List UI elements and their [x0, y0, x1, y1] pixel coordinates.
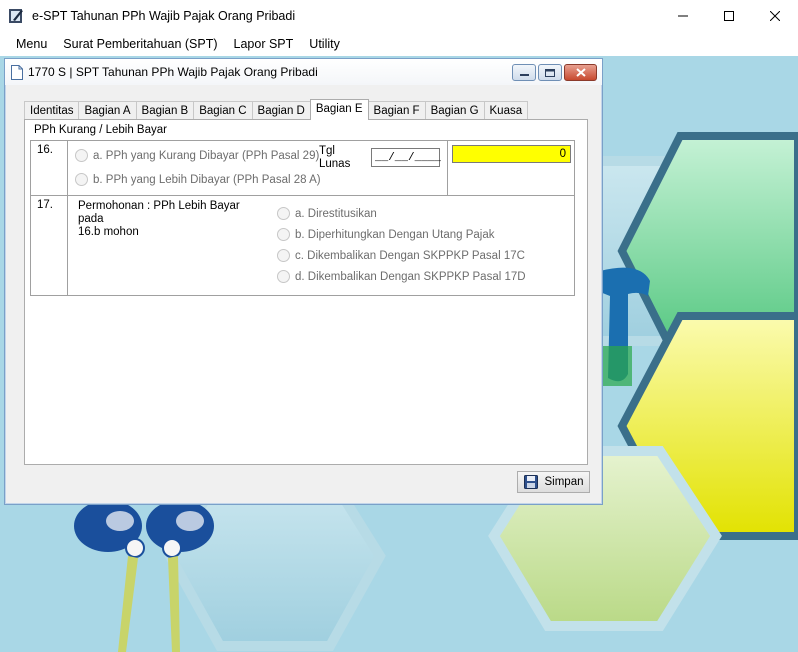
tab-panel-bagian-e: PPh Kurang / Lebih Bayar 16. a. PPh yang…: [24, 119, 588, 465]
close-icon: [575, 68, 586, 77]
document-icon: [11, 64, 23, 80]
tgl-label: Tgl: [319, 145, 335, 157]
radio-circle[interactable]: [277, 270, 290, 283]
tab-bagian-b[interactable]: Bagian B: [135, 101, 195, 120]
child-title: 1770 S | SPT Tahunan PPh Wajib Pajak Ora…: [28, 65, 318, 79]
radio-direstitusikan[interactable]: a. Direstitusikan: [277, 207, 377, 220]
tab-bagian-a[interactable]: Bagian A: [78, 101, 137, 120]
radio-circle[interactable]: [75, 173, 88, 186]
radio-lebih-dibayar[interactable]: b. PPh yang Lebih Dibayar (PPh Pasal 28 …: [75, 173, 321, 186]
minimize-button[interactable]: [660, 0, 706, 32]
close-button[interactable]: [752, 0, 798, 32]
tab-bagian-d[interactable]: Bagian D: [251, 101, 311, 120]
tab-bagian-c[interactable]: Bagian C: [193, 101, 253, 120]
menu-item-menu[interactable]: Menu: [8, 32, 55, 56]
tab-kuasa[interactable]: Kuasa: [483, 101, 529, 120]
child-titlebar[interactable]: 1770 S | SPT Tahunan PPh Wajib Pajak Ora…: [5, 59, 602, 85]
radio-label: c. Dikembalikan Dengan SKPPKP Pasal 17C: [295, 249, 525, 262]
minimize-icon: [519, 73, 529, 76]
maximize-icon: [724, 11, 734, 21]
radio-diperhitungkan[interactable]: b. Diperhitungkan Dengan Utang Pajak: [277, 228, 494, 241]
permohonan-label: Permohonan : PPh Lebih Bayar pada 16.b m…: [78, 200, 268, 239]
restore-icon: [545, 68, 555, 77]
radio-label: a. PPh yang Kurang Dibayar (PPh Pasal 29…: [93, 149, 320, 162]
amount-cell: 0: [447, 141, 576, 195]
amount-field[interactable]: 0: [452, 145, 571, 163]
tab-identitas[interactable]: Identitas: [24, 101, 80, 120]
radio-circle[interactable]: [277, 249, 290, 262]
menu-item-lapor-spt[interactable]: Lapor SPT: [226, 32, 302, 56]
save-button[interactable]: Simpan: [517, 471, 590, 493]
row-number: 17.: [31, 196, 68, 295]
radio-skppkp-17d[interactable]: d. Dikembalikan Dengan SKPPKP Pasal 17D: [277, 270, 526, 283]
tab-bagian-g[interactable]: Bagian G: [424, 101, 485, 120]
tgl-lunas-label: Tgl Lunas: [319, 145, 350, 171]
spt-form-window: 1770 S | SPT Tahunan PPh Wajib Pajak Ora…: [4, 58, 603, 505]
tab-bagian-e[interactable]: Bagian E: [309, 99, 369, 120]
minimize-icon: [678, 15, 688, 17]
radio-circle[interactable]: [277, 207, 290, 220]
tab-strip: Identitas Bagian A Bagian B Bagian C Bag…: [24, 99, 529, 120]
app-titlebar[interactable]: e-SPT Tahunan PPh Wajib Pajak Orang Prib…: [0, 0, 798, 32]
radio-label: a. Direstitusikan: [295, 207, 377, 220]
section-title: PPh Kurang / Lebih Bayar: [34, 124, 167, 136]
app-icon: [9, 9, 23, 23]
tab-bagian-f[interactable]: Bagian F: [367, 101, 426, 120]
close-icon: [770, 11, 780, 21]
radio-circle[interactable]: [75, 149, 88, 162]
form-body: Identitas Bagian A Bagian B Bagian C Bag…: [11, 90, 596, 500]
lunas-label: Lunas: [319, 158, 351, 170]
radio-label: b. Diperhitungkan Dengan Utang Pajak: [295, 228, 495, 241]
permohonan-label-line-1: Permohonan : PPh Lebih Bayar pada: [78, 200, 240, 225]
maximize-button[interactable]: [706, 0, 752, 32]
radio-circle[interactable]: [277, 228, 290, 241]
save-label: Simpan: [544, 476, 584, 488]
row-16: 16. a. PPh yang Kurang Dibayar (PPh Pasa…: [31, 141, 574, 196]
child-close-button[interactable]: [564, 64, 597, 81]
permohonan-label-line-2: 16.b mohon: [78, 226, 139, 238]
menu-bar: Menu Surat Pemberitahuan (SPT) Lapor SPT…: [0, 32, 798, 56]
menu-item-spt[interactable]: Surat Pemberitahuan (SPT): [55, 32, 225, 56]
child-minimize-button[interactable]: [512, 64, 536, 81]
radio-label: d. Dikembalikan Dengan SKPPKP Pasal 17D: [295, 270, 526, 283]
row-17: 17. Permohonan : PPh Lebih Bayar pada 16…: [31, 196, 574, 295]
radio-kurang-dibayar[interactable]: a. PPh yang Kurang Dibayar (PPh Pasal 29…: [75, 149, 319, 162]
floppy-disk-icon: [523, 475, 538, 489]
app-title: e-SPT Tahunan PPh Wajib Pajak Orang Prib…: [32, 9, 296, 23]
tgl-lunas-date-field[interactable]: __/__/____: [371, 148, 441, 167]
radio-skppkp-17c[interactable]: c. Dikembalikan Dengan SKPPKP Pasal 17C: [277, 249, 525, 262]
form-grid: 16. a. PPh yang Kurang Dibayar (PPh Pasa…: [30, 140, 575, 296]
row-number: 16.: [31, 141, 68, 195]
child-restore-button[interactable]: [538, 64, 562, 81]
radio-label: b. PPh yang Lebih Dibayar (PPh Pasal 28 …: [93, 173, 321, 186]
menu-item-utility[interactable]: Utility: [301, 32, 348, 56]
